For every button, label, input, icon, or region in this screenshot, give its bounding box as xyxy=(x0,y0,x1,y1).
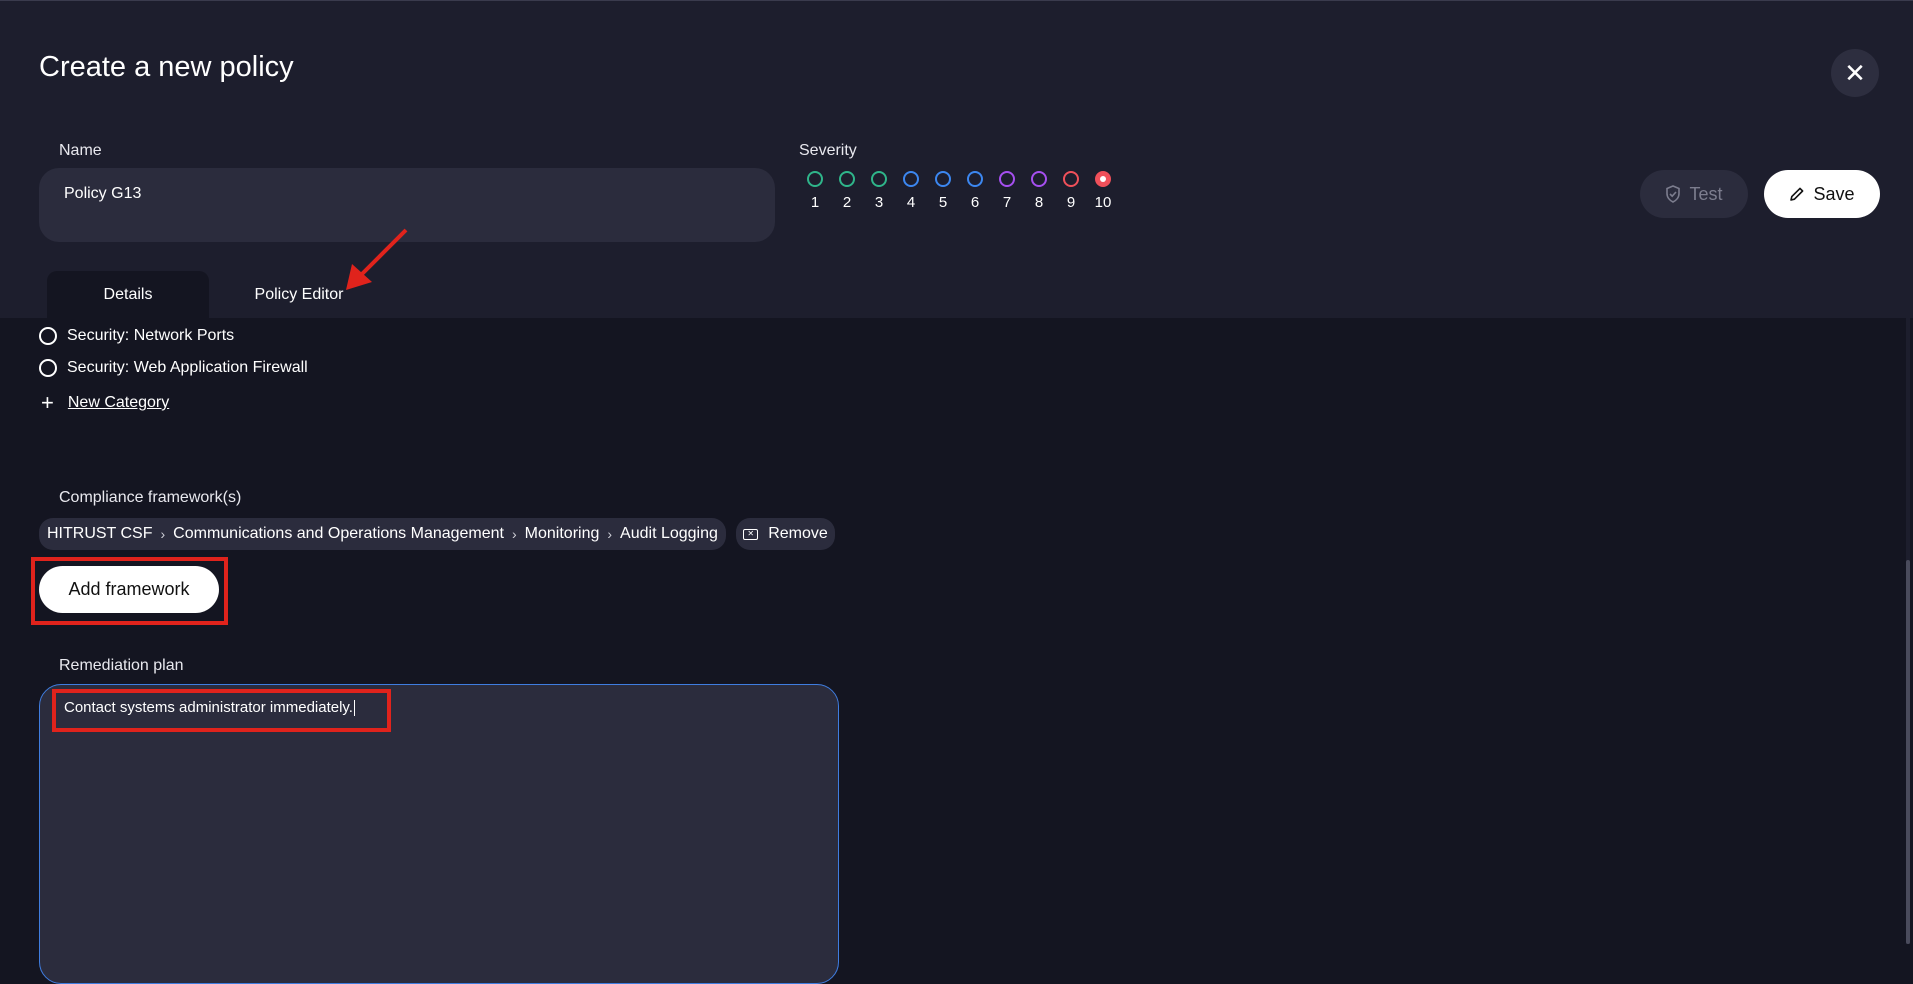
close-button[interactable]: ✕ xyxy=(1831,49,1879,97)
severity-label: Severity xyxy=(799,142,857,159)
severity-radio-6[interactable] xyxy=(967,171,983,187)
test-button-label: Test xyxy=(1689,183,1723,204)
severity-number: 4 xyxy=(906,194,916,211)
tab-policy-editor-label: Policy Editor xyxy=(254,286,344,303)
severity-number: 3 xyxy=(874,194,884,211)
framework-path-item: HITRUST CSF xyxy=(47,525,153,542)
remove-framework-button[interactable]: ✕ Remove xyxy=(736,518,835,550)
severity-number: 1 xyxy=(810,194,820,211)
chevron-right-icon: › xyxy=(607,526,613,542)
severity-option[interactable]: 3 xyxy=(863,171,895,211)
shield-check-icon xyxy=(1666,185,1681,203)
severity-option[interactable]: 1 xyxy=(799,171,831,211)
severity-radio-4[interactable] xyxy=(903,171,919,187)
save-button[interactable]: Save xyxy=(1764,170,1880,218)
severity-number: 7 xyxy=(1002,194,1012,211)
annotation-highlight-box xyxy=(31,557,228,625)
category-radio[interactable] xyxy=(39,327,57,345)
close-icon: ✕ xyxy=(1844,57,1866,88)
test-button[interactable]: Test xyxy=(1640,170,1748,218)
severity-option[interactable]: 7 xyxy=(991,171,1023,211)
severity-radio-9[interactable] xyxy=(1063,171,1079,187)
severity-number: 6 xyxy=(970,194,980,211)
severity-radio-3[interactable] xyxy=(871,171,887,187)
category-item[interactable]: Security: Web Application Firewall xyxy=(39,359,308,377)
severity-option[interactable]: 10 xyxy=(1087,171,1119,211)
framework-path-item: Monitoring xyxy=(524,525,600,542)
framework-chip: HITRUST CSF › Communications and Operati… xyxy=(39,518,726,550)
modal-header: Create a new policy ✕ Name Policy G13 Se… xyxy=(0,0,1913,319)
tab-details-label: Details xyxy=(103,286,153,303)
scrollbar-thumb[interactable] xyxy=(1906,560,1910,944)
severity-number: 8 xyxy=(1034,194,1044,211)
plus-icon: + xyxy=(41,390,54,415)
remediation-label: Remediation plan xyxy=(59,657,184,674)
severity-radio-7[interactable] xyxy=(999,171,1015,187)
severity-radio-5[interactable] xyxy=(935,171,951,187)
modal-title: Create a new policy xyxy=(39,51,294,83)
severity-option[interactable]: 8 xyxy=(1023,171,1055,211)
severity-number: 10 xyxy=(1094,194,1112,211)
name-label: Name xyxy=(59,142,102,159)
category-label: Security: Web Application Firewall xyxy=(67,359,308,376)
chevron-right-icon: › xyxy=(160,526,166,542)
backspace-icon: ✕ xyxy=(743,528,759,540)
severity-option[interactable]: 6 xyxy=(959,171,991,211)
category-label: Security: Network Ports xyxy=(67,327,235,344)
framework-path-item: Communications and Operations Management xyxy=(173,525,504,542)
framework-path-item: Audit Logging xyxy=(620,525,718,542)
severity-radio-8[interactable] xyxy=(1031,171,1047,187)
tab-details[interactable]: Details xyxy=(47,271,209,319)
remove-framework-label: Remove xyxy=(768,525,828,542)
severity-radio-10[interactable] xyxy=(1095,171,1111,187)
severity-number: 2 xyxy=(842,194,852,211)
severity-number: 5 xyxy=(938,194,948,211)
severity-number: 9 xyxy=(1066,194,1076,211)
new-category-label: New Category xyxy=(67,394,170,411)
annotation-highlight-box xyxy=(52,689,391,732)
severity-radio-2[interactable] xyxy=(839,171,855,187)
severity-option[interactable]: 2 xyxy=(831,171,863,211)
severity-option[interactable]: 4 xyxy=(895,171,927,211)
annotation-arrow-icon xyxy=(346,228,408,290)
pencil-icon xyxy=(1790,187,1804,201)
compliance-label: Compliance framework(s) xyxy=(59,489,242,506)
severity-selector: 1 2 3 4 5 6 7 8 9 10 xyxy=(799,171,1119,211)
chevron-right-icon: › xyxy=(512,526,517,542)
save-button-label: Save xyxy=(1813,183,1855,204)
new-category-link[interactable]: + New Category xyxy=(41,392,169,414)
severity-radio-1[interactable] xyxy=(807,171,823,187)
category-radio[interactable] xyxy=(39,359,57,377)
category-item[interactable]: Security: Network Ports xyxy=(39,327,234,345)
severity-option[interactable]: 5 xyxy=(927,171,959,211)
severity-option[interactable]: 9 xyxy=(1055,171,1087,211)
